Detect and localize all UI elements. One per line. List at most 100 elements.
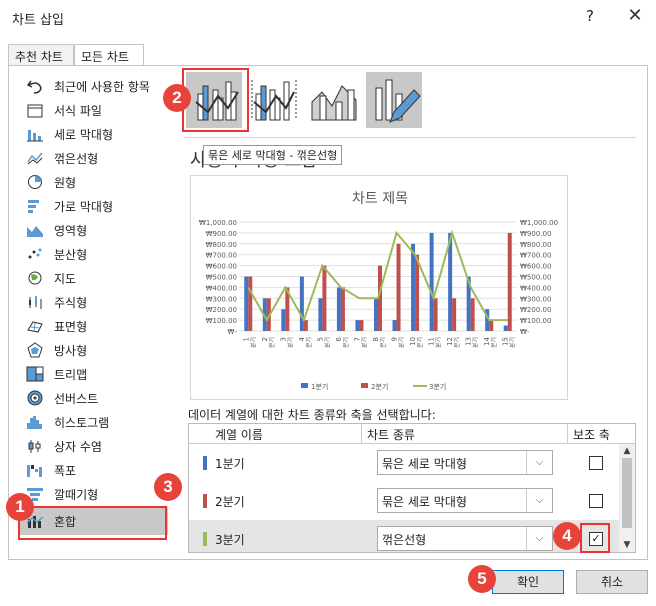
x-tick-suffix: 분기 (323, 337, 331, 348)
radar-chart-icon (26, 342, 44, 358)
chevron-down-icon[interactable]: ⌵ (526, 489, 552, 512)
close-button[interactable]: ✕ (624, 5, 646, 29)
scroll-down-icon[interactable]: ▼ (619, 540, 635, 550)
area-chart-icon (26, 222, 44, 238)
chart-preview-svg: 차트 제목 ₩- ₩- ₩100.00 ₩100.00 ₩200.00 ₩200.00 ₩30… (199, 191, 558, 391)
chevron-down-icon[interactable]: ⌵ (526, 527, 552, 550)
sidebar-item-line-chart[interactable]: 꺾은선형 (20, 147, 168, 169)
sidebar-item-waterfall-chart[interactable]: 폭포 (20, 459, 168, 481)
x-tick-suffix: 분기 (490, 337, 498, 348)
bar-1분기 (374, 298, 378, 331)
bar-1분기 (299, 276, 304, 331)
sidebar-item-label: 꺾은선형 (54, 151, 99, 166)
treemap-chart-icon (26, 366, 44, 382)
x-tick-suffix: 분기 (435, 337, 443, 348)
tab-all-charts[interactable]: 모든 차트 (74, 44, 144, 67)
sidebar-item-map-chart[interactable]: 지도 (20, 267, 168, 289)
series-row[interactable]: 2분기 묶은 세로 막대형 ⌵ (189, 482, 619, 520)
x-tick-label: 11 (428, 337, 436, 346)
header-divider (361, 424, 362, 444)
ok-button[interactable]: 확인 (492, 570, 564, 594)
chart-type-value: 꺾은선형 (382, 533, 427, 547)
sidebar-item-bar-chart[interactable]: 가로 막대형 (20, 195, 168, 217)
tab-recommended[interactable]: 추천 차트 (8, 44, 74, 66)
help-button[interactable]: ? (580, 7, 600, 29)
y2-tick-label: ₩400.00 (520, 284, 551, 292)
sidebar-item-sunburst-chart[interactable]: 선버스트 (20, 387, 168, 409)
sidebar-item-label: 상자 수염 (54, 439, 102, 454)
x-tick-suffix: 분기 (398, 337, 406, 348)
chart-title: 차트 제목 (352, 191, 408, 207)
x-tick-suffix: 분기 (509, 337, 517, 348)
y-tick-label: ₩- (228, 328, 238, 336)
scroll-thumb[interactable] (622, 458, 632, 528)
subtype-column-line-secondary[interactable] (246, 72, 302, 128)
y-tick-label: ₩100.00 (206, 317, 237, 325)
sidebar-item-pie-chart[interactable]: 원형 (20, 171, 168, 193)
x-tick-label: 9 (391, 337, 399, 341)
sidebar-item-label: 트리맵 (54, 367, 88, 382)
x-tick-label: 15 (502, 337, 510, 346)
bar-2분기 (322, 265, 327, 331)
highlight-box-secondary-axis (580, 523, 610, 553)
cancel-button[interactable]: 취소 (576, 570, 648, 594)
subtype-custom-combo[interactable] (366, 72, 422, 128)
x-tick-label: 12 (446, 337, 454, 346)
y2-tick-label: ₩800.00 (520, 241, 551, 249)
box-whisker-chart-icon (26, 438, 44, 454)
x-tick-suffix: 분기 (453, 337, 461, 348)
x-tick-suffix: 분기 (305, 337, 313, 348)
sidebar-item-scatter-chart[interactable]: 분산형 (20, 243, 168, 265)
sidebar-item-box-whisker-chart[interactable]: 상자 수염 (20, 435, 168, 457)
chart-type-select[interactable]: 묶은 세로 막대형 ⌵ (377, 488, 553, 513)
series-row[interactable]: 1분기 묶은 세로 막대형 ⌵ (189, 444, 619, 482)
sidebar-item-undo[interactable]: 최근에 사용한 항목 (20, 75, 168, 97)
series-table-scrollbar[interactable]: ▲ ▼ (619, 444, 635, 552)
x-tick-suffix: 분기 (268, 337, 276, 348)
bar-2분기 (340, 287, 345, 331)
step-badge-2: 2 (163, 84, 191, 112)
sidebar-item-area-chart[interactable]: 영역형 (20, 219, 168, 241)
x-tick-suffix: 분기 (379, 337, 387, 348)
bar-2분기 (303, 320, 308, 331)
x-tick-label: 2 (261, 337, 269, 341)
sidebar-item-label: 서식 파일 (54, 103, 102, 118)
scroll-up-icon[interactable]: ▲ (619, 446, 635, 456)
sidebar-item-treemap-chart[interactable]: 트리맵 (20, 363, 168, 385)
chart-type-select[interactable]: 꺾은선형 ⌵ (377, 526, 553, 551)
bar-1분기 (503, 325, 508, 331)
sidebar-item-stock-chart[interactable]: 주식형 (20, 291, 168, 313)
sidebar-item-label: 히스토그램 (54, 415, 110, 430)
y2-tick-label: ₩900.00 (520, 230, 551, 238)
sidebar-item-surface-chart[interactable]: 표면형 (20, 315, 168, 337)
bar-2분기 (359, 320, 364, 331)
undo-icon (26, 78, 44, 94)
sidebar-item-column-chart[interactable]: 세로 막대형 (20, 123, 168, 145)
sidebar-item-histogram-chart[interactable]: 히스토그램 (20, 411, 168, 433)
scatter-chart-icon (26, 246, 44, 262)
y-tick-label: ₩900.00 (206, 230, 237, 238)
bar-1분기 (411, 243, 416, 331)
bar-1분기 (281, 309, 286, 331)
sidebar-item-label: 영역형 (54, 223, 88, 238)
chevron-down-icon[interactable]: ⌵ (526, 451, 552, 474)
secondary-axis-checkbox[interactable] (589, 456, 603, 470)
bar-2분기 (433, 298, 438, 331)
x-tick-suffix: 분기 (416, 337, 424, 348)
sidebar-item-funnel-chart[interactable]: 깔때기형 (20, 483, 168, 505)
waterfall-chart-icon (26, 462, 44, 478)
y-tick-label: ₩200.00 (206, 306, 237, 314)
subtype-stacked-area-column[interactable] (306, 72, 362, 128)
sidebar-item-folder[interactable]: 서식 파일 (20, 99, 168, 121)
chart-type-value: 묶은 세로 막대형 (382, 457, 467, 471)
chart-type-select[interactable]: 묶은 세로 막대형 ⌵ (377, 450, 553, 475)
secondary-axis-checkbox[interactable] (589, 494, 603, 508)
bar-chart-icon (26, 198, 44, 214)
gallery-separator (184, 137, 636, 138)
sidebar-item-label: 표면형 (54, 319, 88, 334)
legend-label: 2분기 (371, 382, 388, 391)
sidebar-item-label: 폭포 (54, 463, 77, 478)
series-table-header: 계열 이름 차트 종류 보조 축 (189, 424, 635, 444)
series-name: 3분기 (215, 533, 245, 547)
sidebar-item-radar-chart[interactable]: 방사형 (20, 339, 168, 361)
